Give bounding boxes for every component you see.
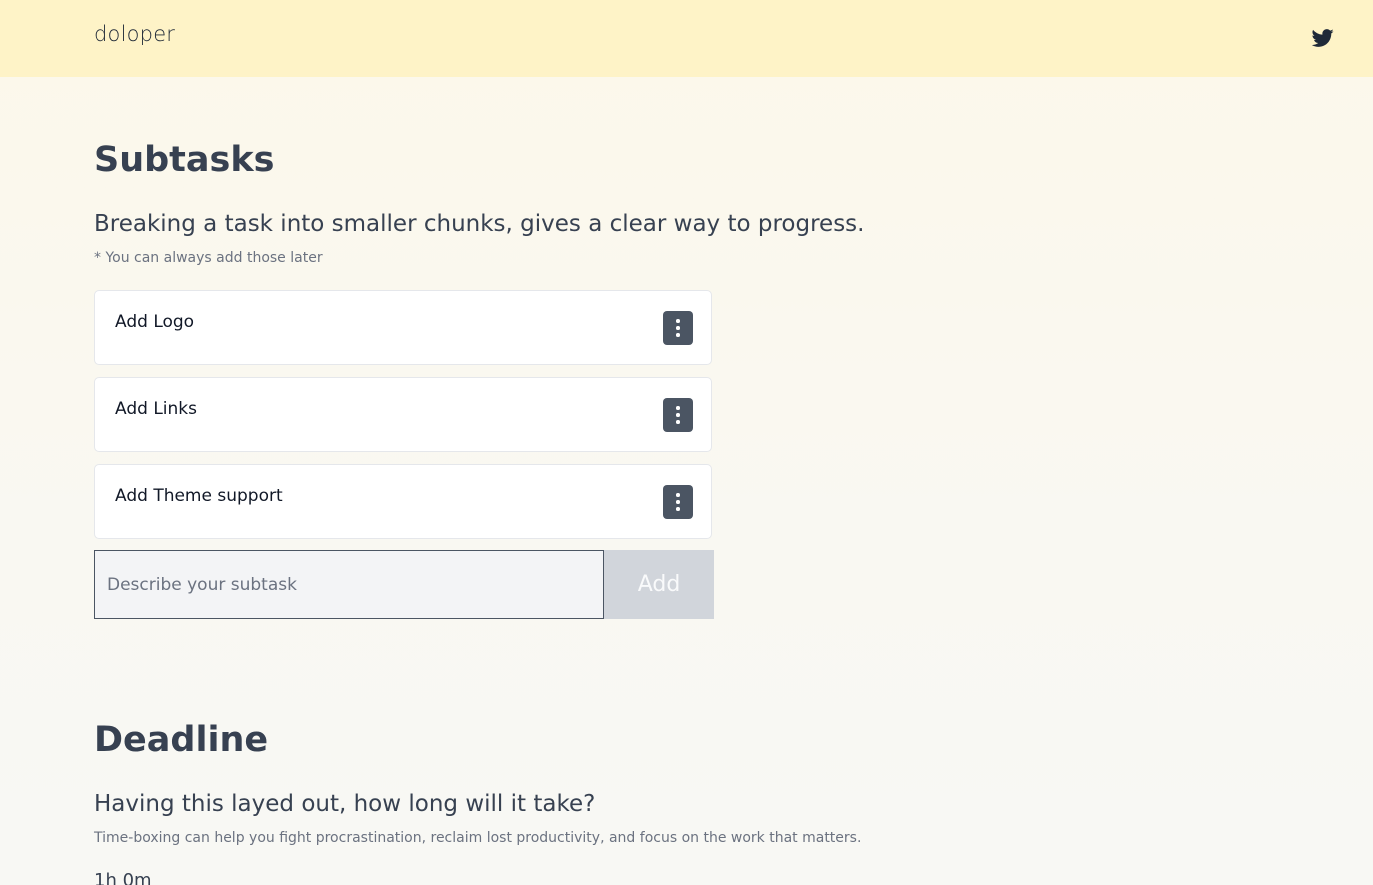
subtask-menu-button[interactable]: [663, 311, 693, 345]
deadline-title: Deadline: [94, 720, 269, 760]
subtask-input[interactable]: [94, 550, 604, 619]
kebab-dot: [676, 333, 680, 337]
subtask-label: Add Theme support: [115, 486, 283, 506]
kebab-dot: [676, 406, 680, 410]
deadline-lead: Having this layed out, how long will it …: [94, 791, 596, 817]
subtasks-title: Subtasks: [94, 140, 275, 180]
subtasks-note: * You can always add those later: [94, 250, 323, 266]
subtask-label: Add Links: [115, 399, 197, 419]
logo[interactable]: doloper: [94, 22, 175, 46]
kebab-dot: [676, 493, 680, 497]
kebab-dot: [676, 326, 680, 330]
top-bar: doloper: [0, 0, 1373, 77]
add-subtask-button[interactable]: Add: [604, 550, 714, 619]
deadline-note: Time-boxing can help you fight procrasti…: [94, 830, 862, 846]
twitter-icon[interactable]: [1312, 27, 1334, 49]
kebab-dot: [676, 420, 680, 424]
subtask-menu-button[interactable]: [663, 398, 693, 432]
subtask-item[interactable]: Add Logo: [94, 290, 712, 365]
kebab-dot: [676, 319, 680, 323]
kebab-dot: [676, 500, 680, 504]
kebab-dot: [676, 507, 680, 511]
subtasks-lead: Breaking a task into smaller chunks, giv…: [94, 211, 865, 237]
subtask-menu-button[interactable]: [663, 485, 693, 519]
subtask-label: Add Logo: [115, 312, 195, 332]
subtask-item[interactable]: Add Theme support: [94, 464, 712, 539]
kebab-dot: [676, 413, 680, 417]
duration-value[interactable]: 1h 0m: [94, 870, 152, 885]
subtask-item[interactable]: Add Links: [94, 377, 712, 452]
